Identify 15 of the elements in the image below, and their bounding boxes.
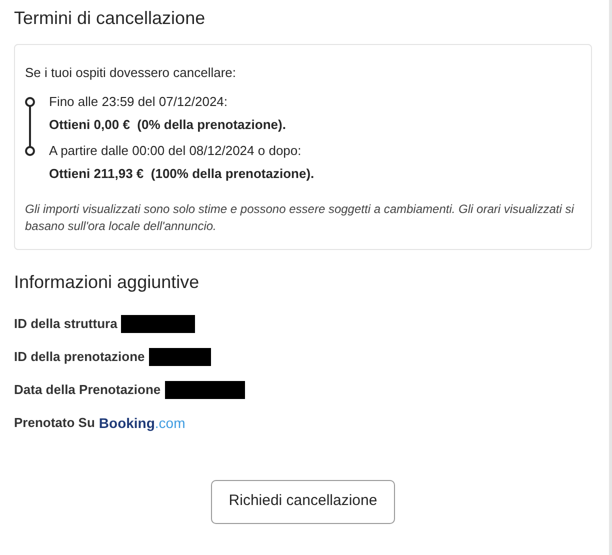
info-label: Prenotato Su [14,414,95,432]
info-label: ID della struttura [14,315,118,334]
section-title: Termini di cancellazione [14,7,206,30]
refund-amount: Ottieni 211,93 € (100% della prenotazione). [49,164,314,182]
intro-text: Se i tuoi ospiti dovessero cancellare: [25,64,238,82]
redaction-bar [148,348,211,366]
disclaimer-text: Gli importi visualizzati sono solo stime e possono essere soggetti a cambiamenti. Gli orari visualizzati si basano sull'ora locale dell'annuncio. [25,200,576,234]
refund-amount: Ottieni 0,00 € (0% della prenotazione). [49,116,286,134]
section-title: Informazioni aggiuntive [14,270,200,294]
time-condition: Fino alle 23:59 del 07/12/2024: [49,92,229,110]
booking-logo: Booking.com [98,414,186,433]
cancel-request-button[interactable]: Richiedi cancellazione [210,480,396,524]
time-condition: A partire dalle 00:00 del 08/12/2024 o dopo: [49,142,302,160]
info-label: ID della prenotazione [14,348,145,366]
info-label: Data della Prenotazione [14,381,161,400]
